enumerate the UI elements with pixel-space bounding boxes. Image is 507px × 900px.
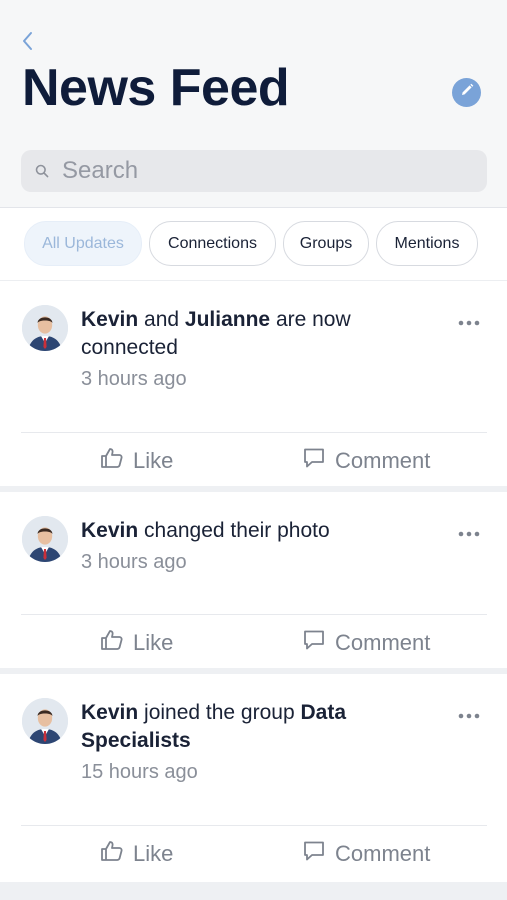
like-button[interactable]: Like	[100, 447, 173, 475]
search-input[interactable]	[60, 156, 464, 186]
thumbs-up-icon	[100, 840, 133, 868]
like-label: Like	[133, 448, 174, 473]
post-actor[interactable]: Kevin	[81, 701, 138, 724]
filter-groups[interactable]: Groups	[283, 221, 369, 266]
comment-label: Comment	[335, 448, 431, 473]
avatar	[22, 698, 68, 744]
feed-item: Kevin changed their photo 3 hours ago Li…	[0, 492, 507, 668]
feed-item: Kevin and Julianne are now connected 3 h…	[0, 281, 507, 486]
comment-icon	[302, 629, 335, 657]
compose-button[interactable]	[452, 78, 481, 107]
thumbs-up-icon	[100, 629, 133, 657]
pencil-icon	[459, 82, 475, 103]
post-text-middle: joined the group	[138, 701, 301, 724]
comment-label: Comment	[335, 841, 431, 866]
avatar	[22, 516, 68, 562]
comment-label: Comment	[335, 630, 431, 655]
post-text-middle: changed their photo	[138, 519, 330, 542]
post-text: Kevin and Julianne are now connected	[81, 306, 441, 362]
avatar	[22, 305, 68, 351]
more-options-button[interactable]	[457, 526, 481, 540]
divider	[21, 614, 487, 615]
like-button[interactable]: Like	[100, 629, 173, 657]
post-time: 15 hours ago	[81, 761, 198, 783]
post-time: 3 hours ago	[81, 551, 187, 573]
comment-button[interactable]: Comment	[302, 840, 430, 868]
more-options-button[interactable]	[457, 315, 481, 329]
divider	[21, 432, 487, 433]
comment-icon	[302, 447, 335, 475]
back-button[interactable]	[16, 30, 38, 56]
post-time: 3 hours ago	[81, 368, 187, 390]
post-actor[interactable]: Kevin	[81, 308, 138, 331]
feed-item: Kevin joined the group Data Specialists …	[0, 674, 507, 882]
comment-button[interactable]: Comment	[302, 629, 430, 657]
filter-all-updates[interactable]: All Updates	[24, 221, 142, 266]
more-horizontal-icon	[458, 313, 480, 331]
news-feed: Kevin and Julianne are now connected 3 h…	[0, 281, 507, 882]
like-label: Like	[133, 630, 174, 655]
like-label: Like	[133, 841, 174, 866]
header: News Feed	[0, 0, 507, 208]
search-bar[interactable]	[21, 150, 487, 192]
post-object[interactable]: Julianne	[185, 308, 270, 331]
filter-mentions[interactable]: Mentions	[376, 221, 478, 266]
filter-bar: All Updates Connections Groups Mentions	[0, 208, 507, 281]
comment-button[interactable]: Comment	[302, 447, 430, 475]
post-actor[interactable]: Kevin	[81, 519, 138, 542]
search-icon	[34, 163, 50, 179]
comment-icon	[302, 840, 335, 868]
chevron-left-icon	[21, 31, 33, 56]
more-horizontal-icon	[458, 524, 480, 542]
post-text-middle: and	[138, 308, 185, 331]
post-text: Kevin joined the group Data Specialists	[81, 699, 441, 755]
page-title: News Feed	[22, 59, 290, 117]
like-button[interactable]: Like	[100, 840, 173, 868]
filter-connections[interactable]: Connections	[149, 221, 276, 266]
divider	[21, 825, 487, 826]
post-text: Kevin changed their photo	[81, 517, 441, 545]
more-options-button[interactable]	[457, 708, 481, 722]
more-horizontal-icon	[458, 706, 480, 724]
thumbs-up-icon	[100, 447, 133, 475]
